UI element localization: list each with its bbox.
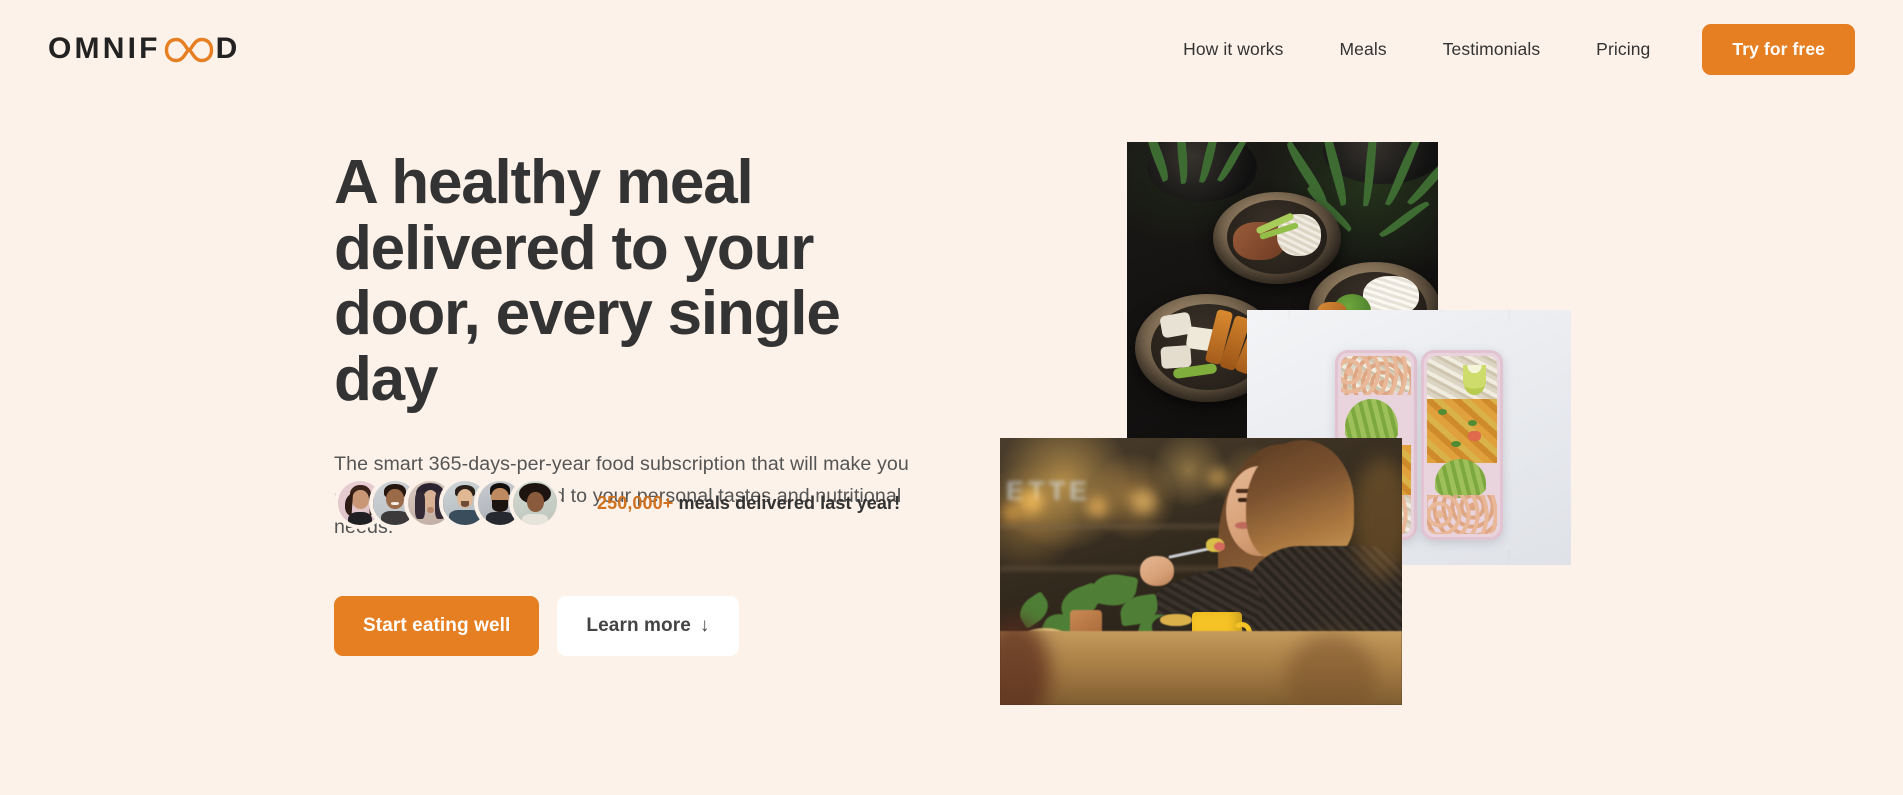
infinity-icon [164, 35, 214, 65]
logo[interactable]: OMNIF D [48, 32, 241, 66]
nav-link-testimonials[interactable]: Testimonials [1415, 29, 1568, 70]
hero-section: A healthy meal delivered to your door, e… [0, 98, 1903, 795]
main-navigation: How it works Meals Testimonials Pricing … [1155, 23, 1855, 75]
logo-text-suffix: D [215, 32, 241, 65]
nav-link-pricing[interactable]: Pricing [1568, 29, 1678, 70]
logo-text-prefix: OMNIF [48, 32, 161, 65]
nav-link-meals[interactable]: Meals [1312, 29, 1415, 70]
hero-image-group: ETTE [0, 98, 1903, 795]
hero-image-cafe: ETTE [1000, 438, 1402, 705]
site-header: OMNIF D How it works Meals Testimonials … [0, 0, 1903, 98]
try-for-free-button[interactable]: Try for free [1702, 23, 1855, 75]
nav-link-how-it-works[interactable]: How it works [1155, 29, 1311, 70]
